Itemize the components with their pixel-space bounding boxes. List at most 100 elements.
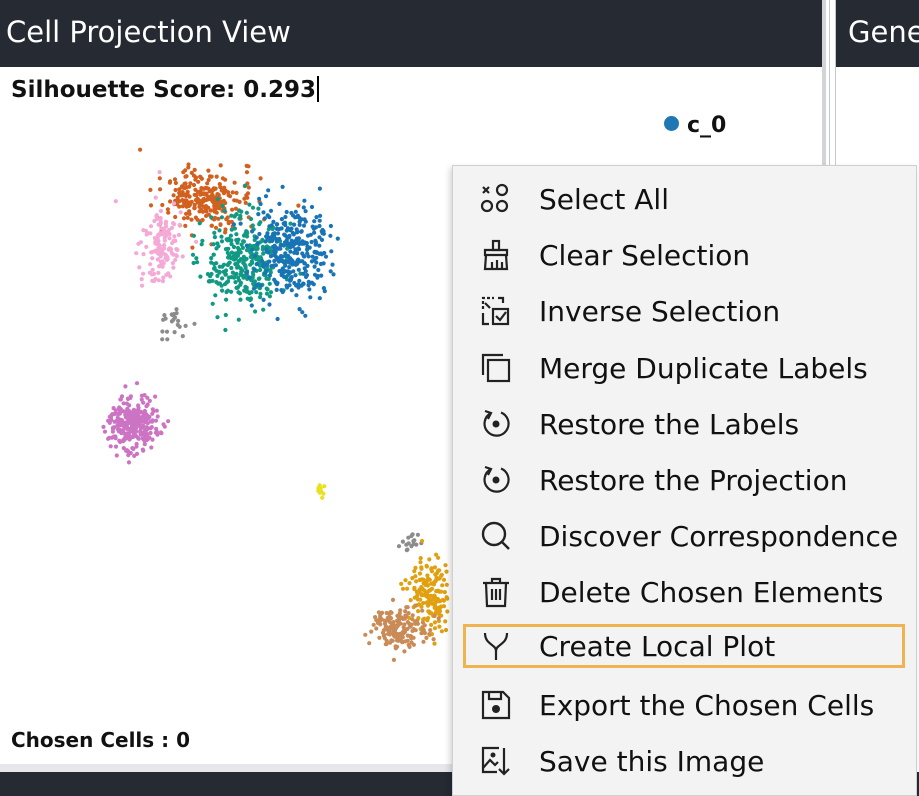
cell-point[interactable] (256, 206, 261, 211)
cell-point[interactable] (174, 253, 179, 258)
cell-point[interactable] (301, 223, 307, 228)
cell-point[interactable] (177, 222, 182, 227)
cell-point[interactable] (261, 262, 266, 267)
cell-point[interactable] (125, 421, 131, 426)
cell-point[interactable] (199, 242, 204, 247)
cell-point[interactable] (413, 628, 418, 633)
cell-point[interactable] (176, 318, 181, 323)
cell-point[interactable] (172, 234, 177, 239)
cell-point[interactable] (258, 255, 263, 260)
cell-point[interactable] (249, 303, 254, 308)
cell-point[interactable] (390, 638, 395, 643)
cell-point[interactable] (191, 260, 196, 266)
cell-point[interactable] (193, 198, 198, 203)
cell-point[interactable] (223, 227, 228, 232)
cell-point[interactable] (396, 544, 402, 549)
menu-item-delete-chosen-elements[interactable]: Delete Chosen Elements (463, 570, 905, 614)
cell-point[interactable] (194, 256, 199, 261)
cell-point[interactable] (254, 282, 259, 287)
cell-point[interactable] (363, 632, 368, 637)
cell-point[interactable] (264, 291, 270, 296)
cell-point[interactable] (166, 271, 171, 276)
cell-point[interactable] (279, 242, 284, 248)
cell-point[interactable] (321, 491, 326, 496)
cell-point[interactable] (255, 241, 260, 246)
cell-point[interactable] (387, 626, 392, 631)
cell-point[interactable] (183, 223, 188, 228)
cell-point[interactable] (321, 231, 326, 236)
cell-point[interactable] (289, 288, 294, 293)
cell-point[interactable] (371, 622, 376, 627)
cell-point[interactable] (113, 444, 119, 449)
cell-point[interactable] (218, 222, 223, 227)
cell-point[interactable] (243, 183, 248, 188)
cell-point[interactable] (303, 274, 309, 279)
cell-point[interactable] (216, 193, 221, 198)
cell-point[interactable] (229, 265, 234, 271)
cell-point[interactable] (250, 223, 255, 228)
cell-point[interactable] (238, 297, 243, 302)
cell-point[interactable] (235, 245, 241, 251)
cell-point[interactable] (257, 276, 262, 281)
menu-item-discover-correspondence[interactable]: Discover Correspondence (463, 514, 905, 558)
cell-point[interactable] (272, 277, 277, 282)
cell-point[interactable] (283, 214, 288, 220)
cell-point[interactable] (432, 626, 438, 631)
cell-point[interactable] (167, 236, 172, 241)
cell-point[interactable] (312, 258, 317, 263)
cell-point[interactable] (411, 635, 416, 640)
cell-point[interactable] (328, 233, 333, 238)
cell-point[interactable] (147, 270, 152, 275)
cell-point[interactable] (158, 259, 164, 265)
cell-point[interactable] (226, 221, 231, 226)
cell-point[interactable] (251, 286, 256, 291)
cell-point[interactable] (171, 317, 176, 322)
cell-point[interactable] (209, 223, 214, 228)
cell-point[interactable] (113, 436, 118, 441)
cell-point[interactable] (376, 610, 381, 615)
cell-point[interactable] (223, 327, 228, 333)
cell-point[interactable] (159, 431, 164, 436)
cell-point[interactable] (274, 287, 279, 292)
cell-point[interactable] (171, 221, 176, 226)
cell-point[interactable] (248, 297, 253, 303)
cell-point[interactable] (296, 267, 301, 272)
menu-item-create-local-plot[interactable]: Create Local Plot (463, 624, 905, 668)
cell-point[interactable] (267, 281, 272, 286)
cell-point[interactable] (442, 590, 447, 595)
cell-point[interactable] (183, 193, 188, 199)
menu-item-merge-duplicate-labels[interactable]: Merge Duplicate Labels (463, 346, 905, 390)
cell-point[interactable] (443, 627, 449, 633)
cell-point[interactable] (266, 250, 271, 255)
cell-point[interactable] (443, 619, 448, 624)
cell-point[interactable] (335, 236, 340, 241)
cell-point[interactable] (392, 623, 397, 628)
cell-point[interactable] (419, 538, 425, 544)
cell-point[interactable] (390, 597, 396, 603)
cell-point[interactable] (323, 254, 329, 259)
cell-point[interactable] (314, 215, 319, 220)
cell-point[interactable] (143, 435, 148, 440)
cell-point[interactable] (290, 258, 295, 264)
cell-point[interactable] (425, 583, 430, 588)
cell-point[interactable] (213, 225, 219, 230)
cell-point[interactable] (234, 271, 239, 276)
cell-point[interactable] (283, 254, 288, 259)
cell-point[interactable] (194, 239, 199, 244)
cell-point[interactable] (306, 254, 311, 259)
cell-point[interactable] (166, 419, 171, 424)
cell-point[interactable] (386, 615, 391, 621)
cell-point[interactable] (250, 260, 255, 266)
cell-point[interactable] (427, 557, 432, 562)
cell-point[interactable] (232, 214, 237, 219)
cell-point[interactable] (306, 279, 311, 284)
cell-point[interactable] (223, 177, 228, 182)
cell-point[interactable] (245, 195, 250, 200)
cell-point[interactable] (290, 213, 296, 218)
cell-point[interactable] (374, 626, 379, 631)
cell-point[interactable] (417, 602, 422, 607)
cell-point[interactable] (261, 210, 266, 215)
cell-point[interactable] (395, 644, 400, 649)
cell-point[interactable] (139, 397, 144, 402)
cell-point[interactable] (419, 591, 424, 597)
